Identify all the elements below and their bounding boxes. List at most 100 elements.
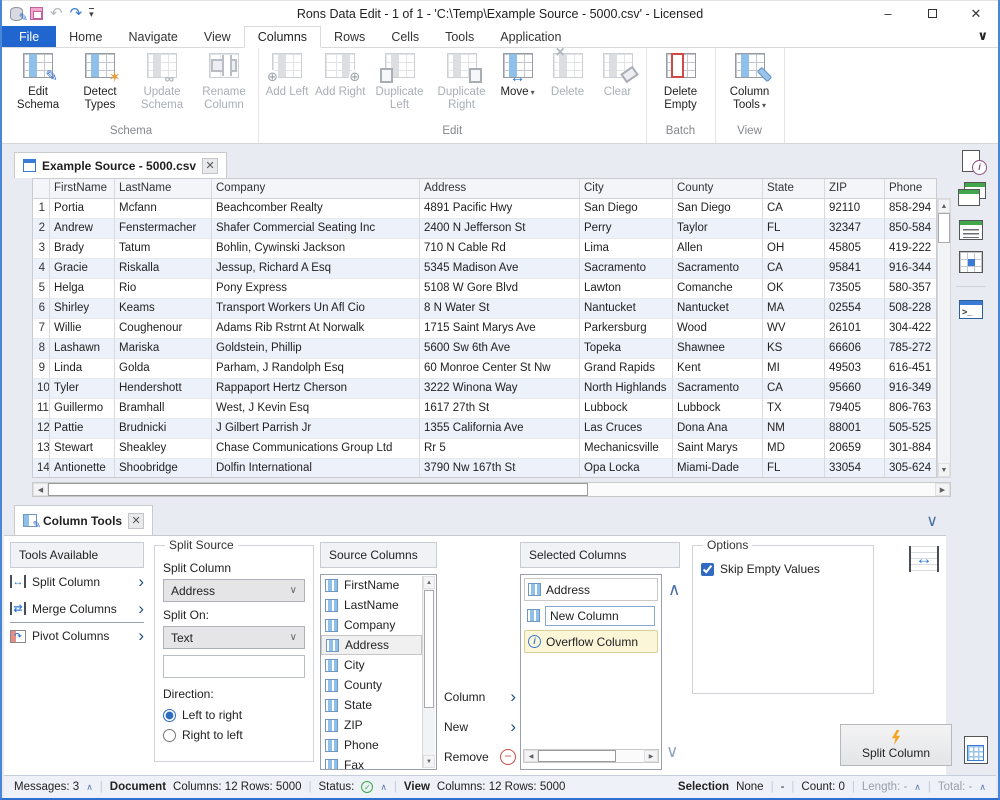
undo-icon[interactable]: ↶: [50, 6, 63, 21]
table-cell[interactable]: Portia: [50, 199, 115, 219]
chevron-up-icon[interactable]: ∧: [914, 782, 921, 793]
database-edit-icon[interactable]: [10, 7, 23, 21]
table-cell[interactable]: Mcfann: [115, 199, 212, 219]
tab-cells[interactable]: Cells: [378, 26, 432, 47]
row-number[interactable]: 8: [33, 339, 50, 359]
table-cell[interactable]: 73505: [825, 279, 885, 299]
scroll-down-icon[interactable]: ▼: [423, 755, 435, 768]
table-cell[interactable]: 505-525: [885, 419, 937, 439]
table-cell[interactable]: TX: [763, 399, 825, 419]
table-cell[interactable]: 580-357: [885, 279, 937, 299]
table-cell[interactable]: Sacramento: [673, 259, 763, 279]
scroll-down-icon[interactable]: ▼: [938, 463, 950, 477]
row-number[interactable]: 4: [33, 259, 50, 279]
table-cell[interactable]: Lashawn: [50, 339, 115, 359]
table-cell[interactable]: FL: [763, 219, 825, 239]
skip-empty-checkbox[interactable]: [701, 563, 714, 576]
table-cell[interactable]: Topeka: [580, 339, 673, 359]
table-cell[interactable]: Parham, J Randolph Esq: [212, 359, 420, 379]
row-number[interactable]: 14: [33, 459, 50, 478]
scroll-up-icon[interactable]: ▲: [938, 199, 950, 213]
table-cell[interactable]: 5345 Madison Ave: [420, 259, 580, 279]
table-cell[interactable]: Stewart: [50, 439, 115, 459]
source-column-item[interactable]: Address: [321, 635, 422, 655]
edit-schema-button[interactable]: Edit Schema: [7, 48, 69, 112]
tab-tools[interactable]: Tools: [432, 26, 487, 47]
table-cell[interactable]: 8 N Water St: [420, 299, 580, 319]
table-cell[interactable]: WV: [763, 319, 825, 339]
scroll-up-icon[interactable]: ▲: [423, 576, 435, 589]
table-cell[interactable]: 66606: [825, 339, 885, 359]
tab-columns[interactable]: Columns: [244, 26, 321, 48]
hscroll-thumb[interactable]: [48, 483, 588, 496]
table-cell[interactable]: North Highlands: [580, 379, 673, 399]
column-header[interactable]: Phone: [885, 179, 937, 199]
split-column-button[interactable]: Split Column: [840, 724, 952, 766]
stacked-windows-icon[interactable]: [958, 185, 984, 209]
table-cell[interactable]: 850-584: [885, 219, 937, 239]
table-cell[interactable]: Opa Locka: [580, 459, 673, 478]
vscroll-thumb[interactable]: [938, 213, 950, 243]
minimize-button[interactable]: –: [866, 6, 910, 21]
table-cell[interactable]: Grand Rapids: [580, 359, 673, 379]
remove-button[interactable]: Remove−: [444, 744, 516, 770]
scroll-left-icon[interactable]: ◀: [33, 483, 48, 496]
table-cell[interactable]: Comanche: [673, 279, 763, 299]
table-cell[interactable]: 33054: [825, 459, 885, 478]
source-column-item[interactable]: State: [321, 695, 422, 715]
move-up-icon[interactable]: ∧: [668, 580, 680, 600]
row-number[interactable]: 5: [33, 279, 50, 299]
table-cell[interactable]: Allen: [673, 239, 763, 259]
ribbon-collapse-icon[interactable]: ∨: [977, 28, 988, 44]
table-cell[interactable]: Tyler: [50, 379, 115, 399]
source-column-item[interactable]: ZIP: [321, 715, 422, 735]
table-cell[interactable]: 858-294: [885, 199, 937, 219]
table-cell[interactable]: 79405: [825, 399, 885, 419]
table-cell[interactable]: Adams Rib Rstrnt At Norwalk: [212, 319, 420, 339]
row-number-header[interactable]: [33, 179, 50, 199]
source-column-item[interactable]: Company: [321, 615, 422, 635]
tool-item-pivot-columns[interactable]: ↷Pivot Columns›: [10, 622, 144, 649]
table-cell[interactable]: KS: [763, 339, 825, 359]
table-cell[interactable]: Shoobridge: [115, 459, 212, 478]
table-cell[interactable]: Sacramento: [673, 379, 763, 399]
scroll-right-icon[interactable]: ▶: [935, 483, 950, 496]
table-cell[interactable]: Sacramento: [580, 259, 673, 279]
table-cell[interactable]: Mechanicsville: [580, 439, 673, 459]
column-header[interactable]: State: [763, 179, 825, 199]
row-number[interactable]: 2: [33, 219, 50, 239]
table-cell[interactable]: Pony Express: [212, 279, 420, 299]
grid-vertical-scrollbar[interactable]: ▲ ▼: [937, 198, 951, 478]
row-number[interactable]: 1: [33, 199, 50, 219]
table-cell[interactable]: Lima: [580, 239, 673, 259]
table-cell[interactable]: 45805: [825, 239, 885, 259]
table-cell[interactable]: 60 Monroe Center St Nw: [420, 359, 580, 379]
row-number[interactable]: 12: [33, 419, 50, 439]
table-cell[interactable]: Rr 5: [420, 439, 580, 459]
table-cell[interactable]: 5600 Sw 6th Ave: [420, 339, 580, 359]
table-cell[interactable]: J Gilbert Parrish Jr: [212, 419, 420, 439]
direction-option[interactable]: Right to left: [163, 725, 305, 745]
table-cell[interactable]: Brudnicki: [115, 419, 212, 439]
table-cell[interactable]: Nantucket: [673, 299, 763, 319]
table-cell[interactable]: Hendershott: [115, 379, 212, 399]
table-cell[interactable]: OK: [763, 279, 825, 299]
tab-rows[interactable]: Rows: [321, 26, 378, 47]
table-cell[interactable]: Shawnee: [673, 339, 763, 359]
table-cell[interactable]: Riskalla: [115, 259, 212, 279]
table-cell[interactable]: 3222 Winona Way: [420, 379, 580, 399]
table-cell[interactable]: Willie: [50, 319, 115, 339]
direction-radio[interactable]: [163, 729, 176, 742]
table-cell[interactable]: MA: [763, 299, 825, 319]
table-cell[interactable]: Shafer Commercial Seating Inc: [212, 219, 420, 239]
page-grid-icon[interactable]: [964, 736, 988, 764]
column-header[interactable]: LastName: [115, 179, 212, 199]
panel-tab-close-icon[interactable]: ✕: [128, 513, 144, 529]
table-cell[interactable]: 02554: [825, 299, 885, 319]
redo-icon[interactable]: ↷: [70, 6, 83, 21]
row-number[interactable]: 13: [33, 439, 50, 459]
split-on-select[interactable]: Text∨: [163, 626, 305, 649]
table-cell[interactable]: Tatum: [115, 239, 212, 259]
column-tools-button[interactable]: Column Tools▾: [719, 48, 781, 112]
column-header[interactable]: FirstName: [50, 179, 115, 199]
